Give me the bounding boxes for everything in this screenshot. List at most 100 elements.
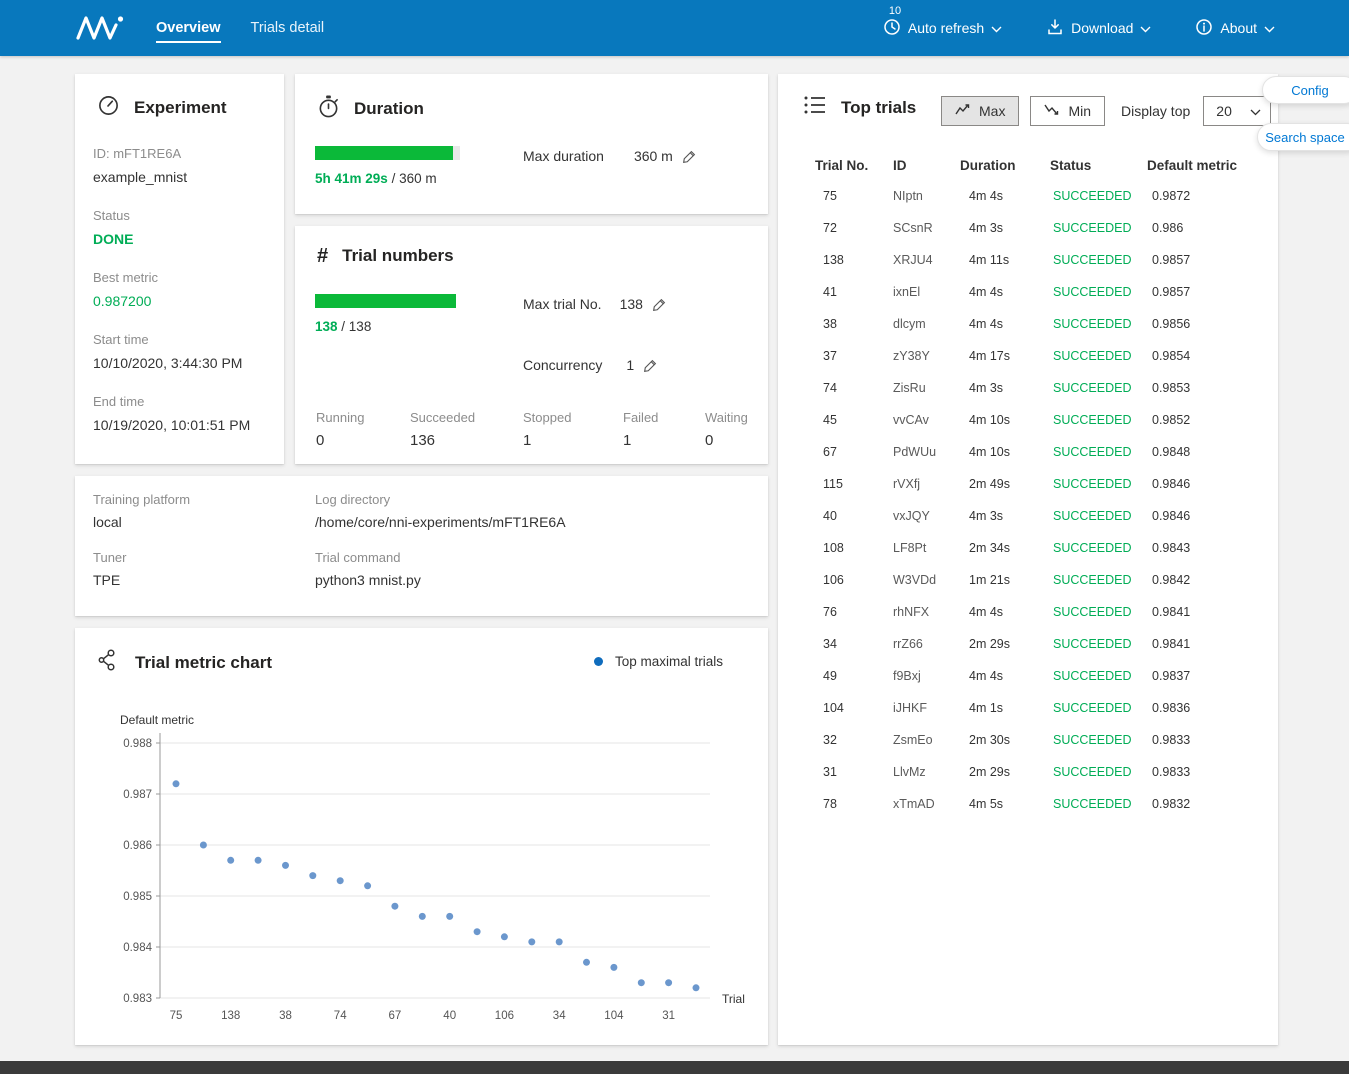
- table-row[interactable]: 72SCsnR4m 3sSUCCEEDED0.986: [815, 212, 1268, 244]
- metric-chart-card: Trial metric chart Top maximal trials 0.…: [75, 628, 768, 1045]
- column-duration[interactable]: Duration: [960, 158, 1050, 173]
- cell-dur: 4m 4s: [960, 285, 1050, 299]
- auto-refresh-menu[interactable]: 10 Auto refresh: [883, 18, 1002, 39]
- download-menu[interactable]: Download: [1046, 18, 1151, 39]
- max-duration-value: 360 m: [634, 148, 673, 164]
- table-row[interactable]: 75NIptn4m 4sSUCCEEDED0.9872: [815, 180, 1268, 212]
- cell-id: vxJQY: [893, 509, 960, 523]
- trials-progress-bar: [315, 294, 456, 308]
- table-row[interactable]: 78xTmAD4m 5sSUCCEEDED0.9832: [815, 788, 1268, 820]
- table-row[interactable]: 31LlvMz2m 29sSUCCEEDED0.9833: [815, 756, 1268, 788]
- cell-id: LlvMz: [893, 765, 960, 779]
- tuner-label: Tuner: [93, 550, 190, 565]
- concurrency-value: 1: [626, 357, 634, 373]
- table-row[interactable]: 41ixnEl4m 4sSUCCEEDED0.9857: [815, 276, 1268, 308]
- edit-pencil-icon[interactable]: [652, 297, 667, 312]
- max-button[interactable]: Max: [941, 96, 1019, 126]
- cell-metric: 0.9854: [1147, 349, 1267, 363]
- cell-status: SUCCEEDED: [1050, 189, 1147, 203]
- tab-overview[interactable]: Overview: [156, 14, 221, 43]
- training-platform-label: Training platform: [93, 492, 190, 507]
- cell-dur: 4m 3s: [960, 381, 1050, 395]
- cell-metric: 0.9841: [1147, 637, 1267, 651]
- top-trials-title: Top trials: [841, 98, 916, 118]
- duration-title: Duration: [354, 99, 424, 119]
- display-top-select[interactable]: 20: [1203, 96, 1271, 126]
- metric-scatter-chart[interactable]: 0.9830.9840.9850.9860.9870.988Default me…: [85, 708, 757, 1033]
- cell-id: ZisRu: [893, 381, 960, 395]
- cell-status: SUCCEEDED: [1050, 733, 1147, 747]
- table-row[interactable]: 34rrZ662m 29sSUCCEEDED0.9841: [815, 628, 1268, 660]
- cell-status: SUCCEEDED: [1050, 253, 1147, 267]
- cell-no: 40: [815, 509, 893, 523]
- cell-id: zY38Y: [893, 349, 960, 363]
- cell-id: SCsnR: [893, 221, 960, 235]
- counter-stopped: Stopped1: [523, 410, 571, 449]
- column-default-metric[interactable]: Default metric: [1147, 158, 1267, 173]
- counter-running: Running0: [316, 410, 364, 449]
- table-row[interactable]: 74ZisRu4m 3sSUCCEEDED0.9853: [815, 372, 1268, 404]
- trial-counters: Running0 Succeeded136 Stopped1 Failed1 W…: [295, 410, 768, 460]
- min-button[interactable]: Min: [1030, 96, 1105, 126]
- cell-metric: 0.9842: [1147, 573, 1267, 587]
- cell-status: SUCCEEDED: [1050, 637, 1147, 651]
- cell-status: SUCCEEDED: [1050, 669, 1147, 683]
- cell-no: 45: [815, 413, 893, 427]
- table-row[interactable]: 108LF8Pt2m 34sSUCCEEDED0.9843: [815, 532, 1268, 564]
- table-body: 75NIptn4m 4sSUCCEEDED0.987272SCsnR4m 3sS…: [815, 180, 1268, 820]
- cell-status: SUCCEEDED: [1050, 285, 1147, 299]
- table-row[interactable]: 45vvCAv4m 10sSUCCEEDED0.9852: [815, 404, 1268, 436]
- nni-overview-page: Overview Trials detail 10 Auto refresh D…: [0, 0, 1349, 1074]
- cell-no: 108: [815, 541, 893, 555]
- trial-numbers-card: # Trial numbers 138 / 138 Max trial No. …: [295, 226, 768, 464]
- chevron-down-icon: [1140, 20, 1151, 36]
- cell-id: rrZ66: [893, 637, 960, 651]
- table-row[interactable]: 49f9Bxj4m 4sSUCCEEDED0.9837: [815, 660, 1268, 692]
- cell-metric: 0.9846: [1147, 509, 1267, 523]
- table-row[interactable]: 138XRJU44m 11sSUCCEEDED0.9857: [815, 244, 1268, 276]
- cell-id: xTmAD: [893, 797, 960, 811]
- svg-text:74: 74: [334, 1010, 347, 1022]
- cell-no: 115: [815, 477, 893, 491]
- cell-id: iJHKF: [893, 701, 960, 715]
- edit-pencil-icon[interactable]: [682, 149, 697, 164]
- cell-metric: 0.9833: [1147, 733, 1267, 747]
- cell-id: vvCAv: [893, 413, 960, 427]
- column-status[interactable]: Status: [1050, 158, 1147, 173]
- tuner-value: TPE: [93, 572, 190, 588]
- end-time-label: End time: [93, 394, 272, 409]
- search-space-button[interactable]: Search space: [1257, 123, 1349, 151]
- cell-status: SUCCEEDED: [1050, 701, 1147, 715]
- column-id[interactable]: ID: [893, 158, 960, 173]
- cell-dur: 4m 4s: [960, 669, 1050, 683]
- cell-dur: 4m 4s: [960, 605, 1050, 619]
- cell-dur: 4m 3s: [960, 509, 1050, 523]
- cell-status: SUCCEEDED: [1050, 381, 1147, 395]
- tab-trials-detail[interactable]: Trials detail: [251, 14, 325, 43]
- table-row[interactable]: 32ZsmEo2m 30sSUCCEEDED0.9833: [815, 724, 1268, 756]
- table-row[interactable]: 115rVXfj2m 49sSUCCEEDED0.9846: [815, 468, 1268, 500]
- table-row[interactable]: 76rhNFX4m 4sSUCCEEDED0.9841: [815, 596, 1268, 628]
- column-trial-no[interactable]: Trial No.: [815, 158, 893, 173]
- svg-text:40: 40: [443, 1010, 456, 1022]
- trials-current: 138: [315, 319, 338, 334]
- top-navbar: Overview Trials detail 10 Auto refresh D…: [0, 0, 1349, 56]
- experiment-title: Experiment: [134, 98, 227, 118]
- svg-text:0.984: 0.984: [123, 942, 152, 954]
- cell-dur: 4m 4s: [960, 189, 1050, 203]
- edit-pencil-icon[interactable]: [643, 358, 658, 373]
- table-row[interactable]: 106W3VDd1m 21sSUCCEEDED0.9842: [815, 564, 1268, 596]
- auto-refresh-interval-badge: 10: [889, 5, 901, 17]
- cell-id: PdWUu: [893, 445, 960, 459]
- config-button[interactable]: Config: [1262, 76, 1349, 104]
- table-row[interactable]: 37zY38Y4m 17sSUCCEEDED0.9854: [815, 340, 1268, 372]
- about-menu[interactable]: About: [1195, 18, 1275, 39]
- cell-dur: 2m 29s: [960, 765, 1050, 779]
- cell-no: 32: [815, 733, 893, 747]
- table-row[interactable]: 67PdWUu4m 10sSUCCEEDED0.9848: [815, 436, 1268, 468]
- cell-dur: 4m 10s: [960, 445, 1050, 459]
- table-row[interactable]: 40vxJQY4m 3sSUCCEEDED0.9846: [815, 500, 1268, 532]
- svg-text:38: 38: [279, 1010, 292, 1022]
- table-row[interactable]: 38dlcym4m 4sSUCCEEDED0.9856: [815, 308, 1268, 340]
- table-row[interactable]: 104iJHKF4m 1sSUCCEEDED0.9836: [815, 692, 1268, 724]
